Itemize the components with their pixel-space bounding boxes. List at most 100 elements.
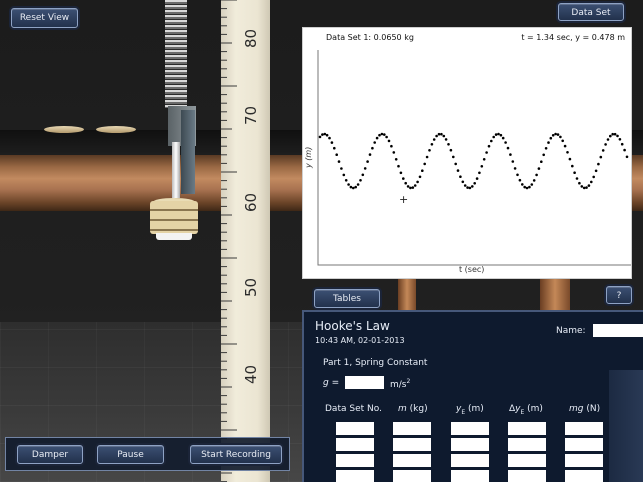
- data-point: [456, 169, 460, 172]
- table-cell-input[interactable]: [393, 470, 431, 482]
- spring: [165, 0, 187, 108]
- notebook-scrollbar[interactable]: [609, 370, 643, 482]
- data-point: [394, 158, 398, 161]
- spare-mass-disk[interactable]: [96, 126, 136, 133]
- data-point: [461, 180, 465, 184]
- data-point: [399, 171, 403, 175]
- mass-body: [150, 201, 198, 234]
- graph-panel[interactable]: + Data Set 1: 0.0650 kg t = 1.34 sec, y …: [302, 27, 632, 279]
- g-field[interactable]: [345, 376, 384, 389]
- data-point: [435, 134, 438, 138]
- hanging-mass[interactable]: [150, 198, 198, 242]
- hook-rod: [172, 142, 180, 198]
- tables-button[interactable]: Tables: [314, 289, 380, 308]
- data-point: [537, 167, 541, 170]
- column-header-mg: mg (N): [569, 404, 601, 414]
- table-cell-input[interactable]: [393, 454, 431, 467]
- data-point: [492, 135, 495, 139]
- data-point: [504, 141, 507, 144]
- data-point: [359, 179, 362, 182]
- data-point: [509, 153, 512, 156]
- graph-header-readout: t = 1.34 sec, y = 0.478 m: [521, 33, 625, 42]
- data-point: [478, 171, 481, 175]
- data-point: [573, 171, 576, 174]
- column-header-ye: yE (m): [456, 404, 484, 416]
- data-point: [618, 138, 622, 141]
- column-header-delta-ye: ΔyE (m): [509, 404, 543, 416]
- data-point: [575, 177, 579, 180]
- name-label: Name:: [556, 326, 586, 336]
- data-point: [402, 177, 405, 180]
- data-point: [606, 138, 610, 141]
- ruler[interactable]: [221, 0, 270, 482]
- data-point: [571, 164, 574, 168]
- part-title: Part 1, Spring Constant: [323, 358, 428, 368]
- data-point: [378, 133, 381, 137]
- help-button[interactable]: ?: [606, 286, 632, 304]
- data-point: [613, 132, 617, 136]
- spare-mass-disk[interactable]: [44, 126, 84, 133]
- data-point: [449, 148, 453, 152]
- graph-axes: [317, 50, 631, 266]
- data-point: [590, 180, 593, 184]
- data-set-button[interactable]: Data Set: [558, 3, 624, 21]
- data-point: [416, 180, 419, 184]
- table-cell-input[interactable]: [393, 422, 431, 435]
- table-cell-input[interactable]: [565, 422, 603, 435]
- data-point: [397, 164, 400, 168]
- table-cell-input[interactable]: [508, 454, 546, 467]
- data-point: [523, 185, 526, 189]
- data-point: [404, 181, 407, 185]
- table-cell-input[interactable]: [508, 438, 546, 451]
- table-cell-input[interactable]: [393, 438, 431, 451]
- table-cell-input[interactable]: [565, 438, 603, 451]
- data-point: [459, 175, 462, 178]
- data-point: [342, 173, 346, 177]
- table-cell-input[interactable]: [336, 438, 374, 451]
- graph-cursor-marker: +: [399, 193, 408, 206]
- table-cell-input[interactable]: [451, 454, 489, 467]
- name-field[interactable]: [593, 324, 643, 337]
- table-cell-input[interactable]: [451, 470, 489, 482]
- data-point: [566, 151, 569, 154]
- data-point: [330, 141, 334, 144]
- data-point: [561, 139, 564, 143]
- data-point: [544, 147, 548, 150]
- data-point: [521, 183, 524, 186]
- table-cell-input[interactable]: [451, 422, 489, 435]
- ruler-mark-70: 70: [242, 105, 260, 125]
- table-cell-input[interactable]: [336, 422, 374, 435]
- pause-button[interactable]: Pause: [97, 445, 164, 464]
- data-point: [585, 186, 588, 189]
- start-recording-button[interactable]: Start Recording: [190, 445, 282, 464]
- table-cell-input[interactable]: [565, 454, 603, 467]
- data-point: [473, 182, 476, 185]
- data-point: [390, 144, 393, 148]
- data-point: [413, 184, 417, 187]
- table-cell-input[interactable]: [451, 438, 489, 451]
- data-point: [547, 141, 550, 144]
- table-cell-input[interactable]: [336, 454, 374, 467]
- data-point: [428, 149, 431, 152]
- data-point: [352, 186, 355, 190]
- table-cell-input[interactable]: [336, 470, 374, 482]
- data-point: [494, 133, 498, 136]
- data-point: [375, 136, 379, 140]
- ruler-mark-60: 60: [242, 192, 260, 212]
- data-point: [513, 167, 517, 170]
- data-point: [551, 134, 555, 137]
- damper-button[interactable]: Damper: [17, 445, 83, 464]
- data-point: [380, 132, 384, 136]
- data-point: [383, 133, 386, 136]
- data-point: [454, 162, 457, 166]
- data-point: [542, 153, 545, 157]
- data-point: [501, 136, 505, 140]
- reset-view-button[interactable]: Reset View: [11, 8, 78, 28]
- table-cell-input[interactable]: [565, 470, 603, 482]
- data-point: [371, 146, 374, 150]
- table-cell-input[interactable]: [508, 422, 546, 435]
- data-point: [487, 144, 491, 148]
- graph-x-axis-label: t (sec): [459, 265, 485, 274]
- table-cell-input[interactable]: [508, 470, 546, 482]
- data-point: [609, 134, 612, 138]
